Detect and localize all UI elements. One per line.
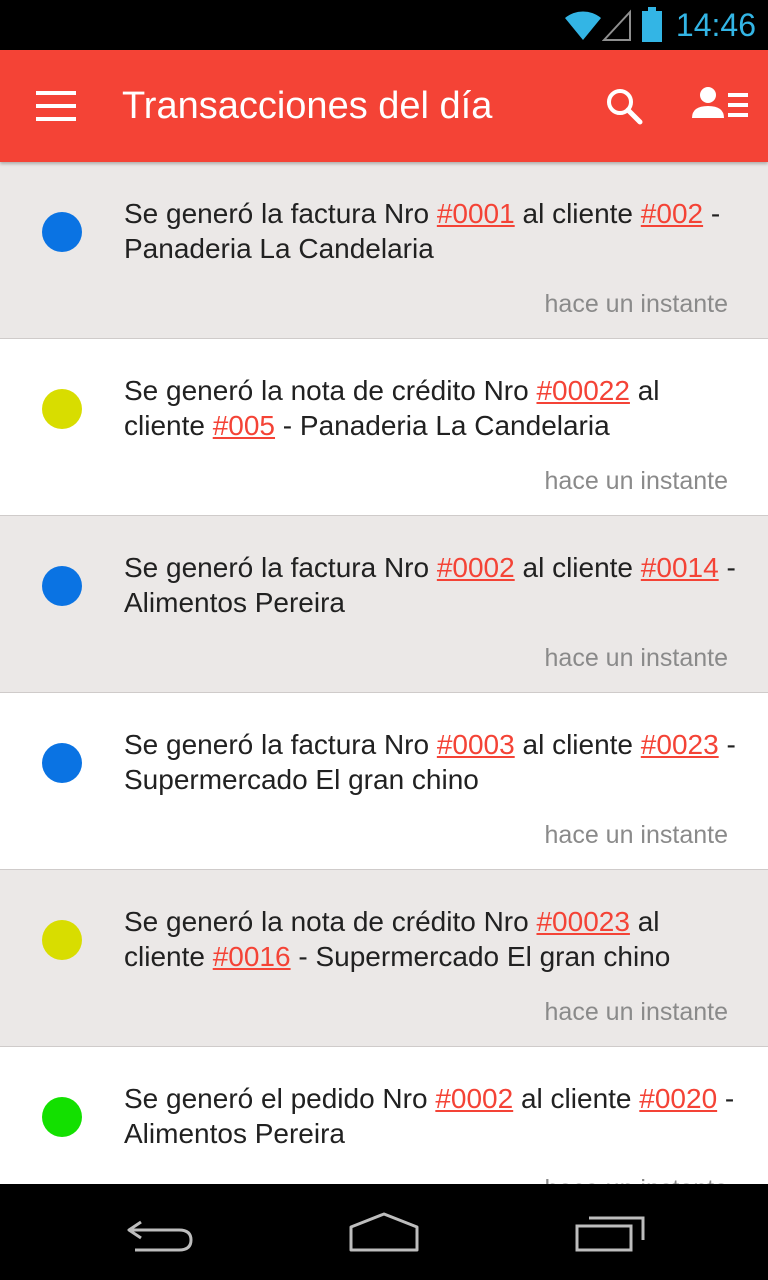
signal-icon — [601, 8, 632, 47]
document-link[interactable]: #0003 — [437, 729, 515, 760]
menu-icon — [36, 91, 76, 121]
status-dot — [42, 1097, 82, 1137]
back-icon — [127, 1220, 193, 1252]
document-link[interactable]: #00023 — [536, 906, 629, 937]
message-middle: al cliente — [514, 552, 641, 583]
transaction-item[interactable]: Se generó la factura Nro #0002 al client… — [0, 516, 768, 693]
transaction-item[interactable]: Se generó la factura Nro #0001 al client… — [0, 162, 768, 339]
message-prefix: Se generó la factura Nro — [124, 198, 437, 229]
status-dot — [42, 566, 82, 606]
timestamp: hace un instante — [544, 290, 728, 318]
battery-icon — [640, 7, 664, 48]
transaction-item[interactable]: Se generó la factura Nro #0003 al client… — [0, 693, 768, 870]
recent-apps-button[interactable] — [565, 1202, 655, 1262]
timestamp: hace un instante — [545, 1174, 728, 1184]
status-bar: 14:46 — [0, 0, 768, 50]
transaction-message: Se generó la nota de crédito Nro #00023 … — [124, 904, 744, 974]
transaction-message: Se generó la factura Nro #0003 al client… — [124, 727, 744, 797]
client-link[interactable]: #002 — [641, 198, 703, 229]
document-link[interactable]: #0002 — [437, 552, 515, 583]
message-prefix: Se generó la factura Nro — [124, 729, 437, 760]
transactions-list[interactable]: Se generó la factura Nro #0001 al client… — [0, 162, 768, 1184]
message-prefix: Se generó la nota de crédito Nro — [124, 375, 537, 406]
search-icon — [607, 89, 643, 125]
message-suffix: - Panaderia La Candelaria — [275, 410, 610, 441]
transaction-item[interactable]: Se generó el pedido Nro #0002 al cliente… — [0, 1047, 768, 1184]
message-middle: al cliente — [514, 198, 641, 229]
client-link[interactable]: #0014 — [641, 552, 719, 583]
client-link[interactable]: #0023 — [641, 729, 719, 760]
document-link[interactable]: #0001 — [437, 198, 515, 229]
timestamp: hace un instante — [544, 821, 728, 849]
status-dot — [42, 920, 82, 960]
status-dot — [42, 743, 82, 783]
message-middle: al cliente — [513, 1083, 640, 1114]
message-prefix: Se generó la nota de crédito Nro — [124, 906, 537, 937]
page-title: Transacciones del día — [122, 85, 493, 127]
transaction-message: Se generó la factura Nro #0001 al client… — [124, 196, 744, 266]
message-middle: al cliente — [514, 729, 641, 760]
timestamp: hace un instante — [544, 467, 728, 495]
transaction-message: Se generó la nota de crédito Nro #00022 … — [124, 373, 744, 443]
transaction-message: Se generó la factura Nro #0002 al client… — [124, 550, 744, 620]
home-icon — [349, 1212, 419, 1252]
contacts-button[interactable] — [686, 80, 756, 132]
client-link[interactable]: #0016 — [213, 941, 291, 972]
home-button[interactable] — [339, 1202, 429, 1262]
contacts-icon — [692, 87, 748, 118]
client-link[interactable]: #005 — [213, 410, 275, 441]
timestamp: hace un instante — [544, 998, 728, 1026]
status-dot — [42, 212, 82, 252]
app-bar: Transacciones del día — [0, 50, 768, 162]
timestamp: hace un instante — [544, 644, 728, 672]
message-suffix: - Supermercado El gran chino — [290, 941, 671, 972]
transaction-item[interactable]: Se generó la nota de crédito Nro #00023 … — [0, 870, 768, 1047]
transaction-message: Se generó el pedido Nro #0002 al cliente… — [124, 1081, 744, 1151]
client-link[interactable]: #0020 — [639, 1083, 717, 1114]
navigation-bar — [0, 1184, 768, 1280]
status-dot — [42, 389, 82, 429]
document-link[interactable]: #0002 — [435, 1083, 513, 1114]
clock: 14:46 — [675, 7, 756, 43]
wifi-icon — [563, 8, 603, 47]
recent-apps-icon — [575, 1216, 645, 1252]
menu-button[interactable] — [20, 78, 92, 134]
transaction-item[interactable]: Se generó la nota de crédito Nro #00022 … — [0, 339, 768, 516]
message-prefix: Se generó la factura Nro — [124, 552, 437, 583]
search-button[interactable] — [598, 80, 650, 132]
message-prefix: Se generó el pedido Nro — [124, 1083, 436, 1114]
back-button[interactable] — [115, 1202, 205, 1262]
document-link[interactable]: #00022 — [536, 375, 629, 406]
